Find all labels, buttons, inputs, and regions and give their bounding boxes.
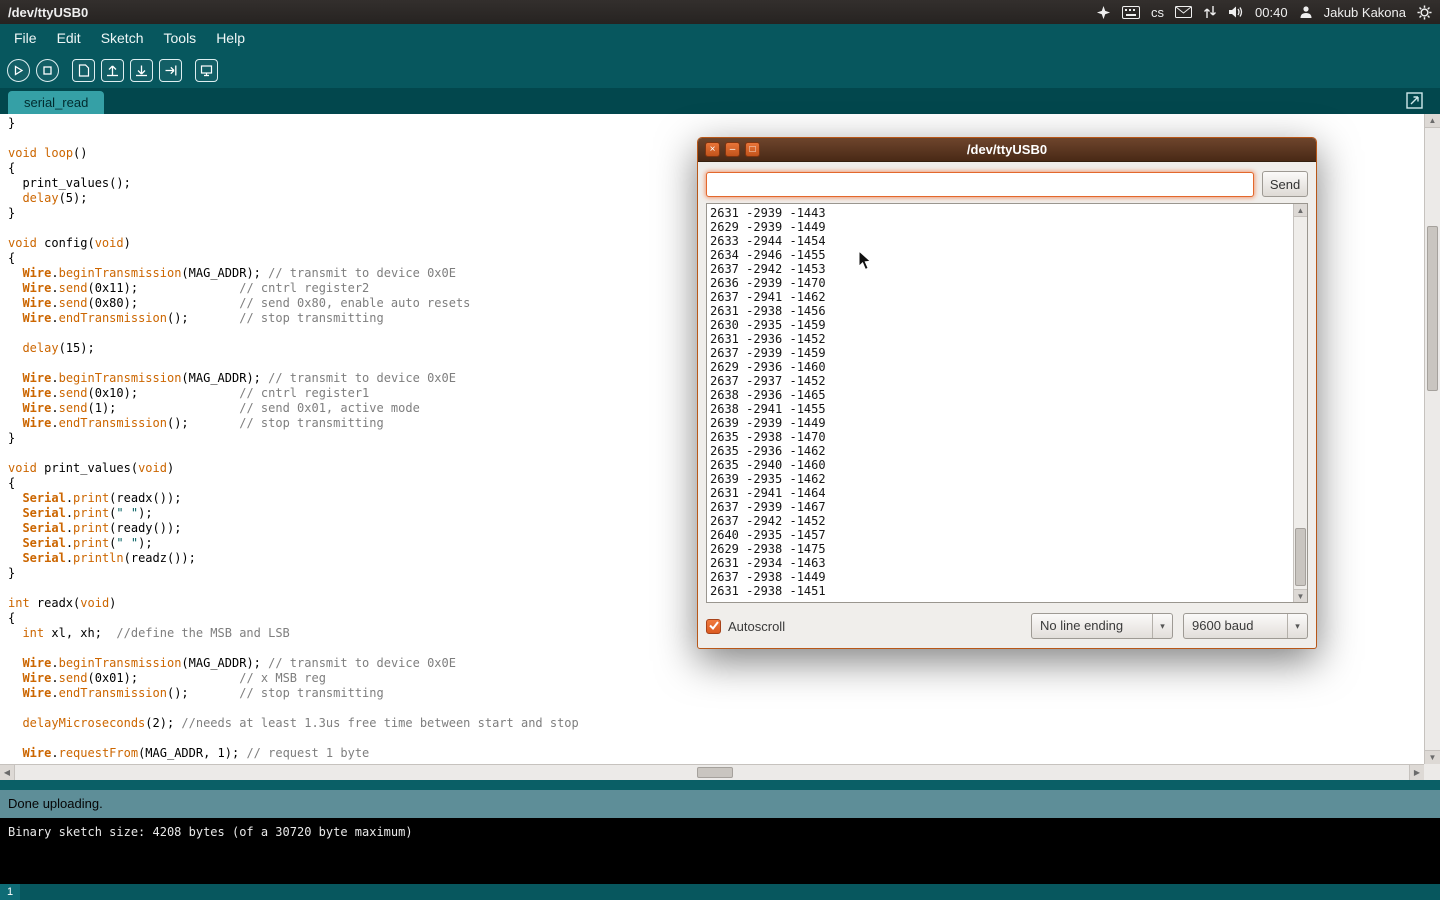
stop-button[interactable]	[36, 59, 59, 82]
vertical-scroll-thumb[interactable]	[1427, 226, 1438, 391]
open-sketch-button[interactable]	[101, 59, 124, 82]
upload-icon	[164, 64, 177, 77]
new-sketch-button[interactable]	[72, 59, 95, 82]
keyboard-layout-indicator[interactable]: cs	[1151, 5, 1164, 20]
send-button[interactable]: Send	[1262, 171, 1308, 197]
serial-scrollbar[interactable]: ▲ ▼	[1293, 204, 1307, 602]
close-button[interactable]: ×	[705, 142, 720, 157]
gear-icon[interactable]	[1417, 5, 1432, 20]
maximize-button[interactable]: □	[745, 142, 760, 157]
serial-input-row: Send	[698, 162, 1316, 203]
scroll-down-arrow-icon[interactable]: ▼	[1425, 750, 1440, 764]
user-icon	[1299, 5, 1313, 19]
serial-monitor-titlebar[interactable]: × – □ /dev/ttyUSB0	[698, 138, 1316, 162]
serial-output-area[interactable]: 2631 -2939 -1443 2629 -2939 -1449 2633 -…	[706, 203, 1308, 603]
window-controls: × – □	[698, 142, 760, 157]
serial-monitor-footer: Autoscroll No line ending ▾ 9600 baud ▾	[698, 603, 1316, 639]
stop-circle-icon	[43, 66, 52, 75]
panel-window-title: /dev/ttyUSB0	[0, 5, 88, 20]
chevron-down-icon[interactable]: ▾	[1152, 614, 1172, 638]
serial-scroll-thumb[interactable]	[1295, 528, 1306, 586]
baud-rate-value: 9600 baud	[1184, 614, 1287, 638]
menu-file[interactable]: File	[4, 26, 47, 50]
toolbar	[0, 52, 1440, 88]
baud-rate-dropdown[interactable]: 9600 baud ▾	[1183, 613, 1308, 639]
line-ending-dropdown[interactable]: No line ending ▾	[1031, 613, 1173, 639]
mail-icon[interactable]	[1175, 6, 1192, 18]
serial-monitor-icon	[200, 64, 213, 77]
serial-output-text: 2631 -2939 -1443 2629 -2939 -1449 2633 -…	[707, 204, 1307, 598]
line-number-indicator: 1	[0, 884, 20, 900]
chevron-down-icon[interactable]: ▾	[1287, 614, 1307, 638]
open-file-icon	[106, 64, 119, 77]
horizontal-scroll-thumb[interactable]	[697, 767, 733, 778]
tab-menu-icon[interactable]	[1406, 92, 1423, 109]
play-circle-icon	[13, 65, 24, 76]
clock[interactable]: 00:40	[1255, 5, 1288, 20]
keyboard-icon[interactable]	[1122, 6, 1140, 19]
save-sketch-button[interactable]	[130, 59, 153, 82]
new-file-icon	[78, 64, 90, 77]
save-file-icon	[135, 64, 148, 77]
status-bar: Done uploading.	[0, 790, 1440, 818]
serial-scroll-down-icon[interactable]: ▼	[1294, 589, 1307, 602]
status-separator	[0, 780, 1440, 790]
session-username[interactable]: Jakub Kakona	[1324, 5, 1406, 20]
scroll-up-arrow-icon[interactable]: ▲	[1425, 114, 1440, 128]
indicator-icon[interactable]	[1096, 5, 1111, 20]
serial-scroll-up-icon[interactable]: ▲	[1294, 204, 1307, 217]
verify-button[interactable]	[7, 59, 30, 82]
autoscroll-label[interactable]: Autoscroll	[728, 619, 785, 634]
scrollbar-corner	[1424, 764, 1440, 780]
minimize-button[interactable]: –	[725, 142, 740, 157]
panel-indicators: cs 00:40 Jakub Kakona	[1096, 5, 1440, 20]
network-arrows-icon[interactable]	[1203, 5, 1217, 19]
footer-strip: 1	[0, 884, 1440, 900]
upload-button[interactable]	[159, 59, 182, 82]
screen: /dev/ttyUSB0 cs 00:40 Jakub Kakona	[0, 0, 1440, 900]
serial-monitor-window: × – □ /dev/ttyUSB0 Send 2631 -2939 -1443…	[697, 137, 1317, 649]
menu-bar: File Edit Sketch Tools Help	[0, 24, 1440, 52]
editor-vertical-scrollbar[interactable]: ▲ ▼	[1424, 114, 1440, 764]
serial-send-input[interactable]	[706, 172, 1254, 197]
tab-bar: serial_read	[0, 88, 1440, 114]
serial-monitor-title: /dev/ttyUSB0	[698, 142, 1316, 157]
line-ending-value: No line ending	[1032, 614, 1152, 638]
menu-tools[interactable]: Tools	[154, 26, 207, 50]
menu-sketch[interactable]: Sketch	[91, 26, 154, 50]
menu-help[interactable]: Help	[206, 26, 255, 50]
serial-monitor-button[interactable]	[195, 59, 218, 82]
scroll-left-arrow-icon[interactable]: ◀	[0, 765, 15, 780]
top-panel: /dev/ttyUSB0 cs 00:40 Jakub Kakona	[0, 0, 1440, 24]
check-icon	[709, 617, 719, 635]
tab-serial-read[interactable]: serial_read	[8, 91, 104, 114]
volume-icon[interactable]	[1228, 5, 1244, 19]
menu-edit[interactable]: Edit	[47, 26, 91, 50]
mouse-cursor-icon	[858, 250, 872, 276]
scroll-right-arrow-icon[interactable]: ▶	[1409, 765, 1424, 780]
autoscroll-checkbox[interactable]	[706, 619, 721, 634]
editor-horizontal-scrollbar[interactable]: ◀ ▶	[0, 764, 1424, 780]
console-output: Binary sketch size: 4208 bytes (of a 307…	[0, 818, 1440, 884]
